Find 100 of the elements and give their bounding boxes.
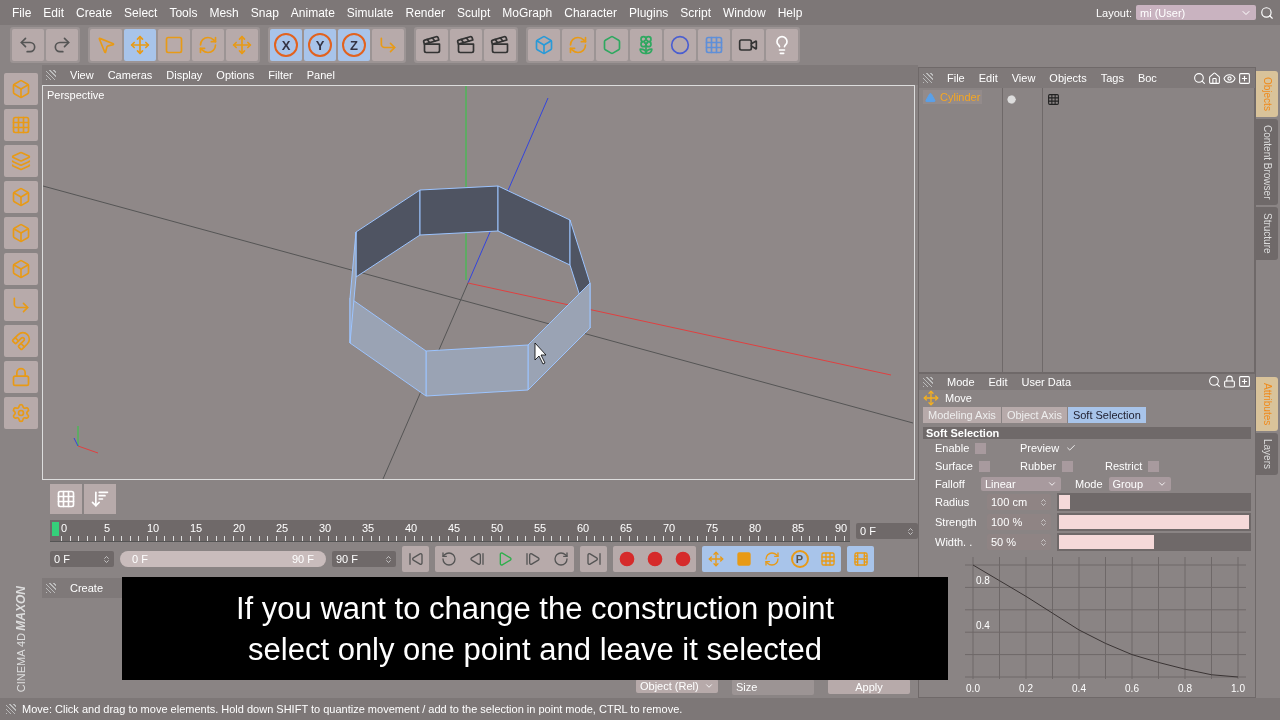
side-tab[interactable]: Content Browser [1256,118,1278,206]
grip-handle[interactable] [923,376,933,387]
start-frame-field[interactable]: 0 F [50,551,114,567]
deformer-button[interactable] [664,29,696,61]
tool-title: Move [945,392,972,405]
spinner-arrows-icon[interactable] [1039,518,1048,527]
redo-button[interactable] [46,29,78,61]
menu-item[interactable]: Render [399,5,451,20]
frame-label: 65 [620,521,634,536]
spinner-arrows-icon[interactable] [384,554,393,564]
viewport-menu-item[interactable]: Filter [262,69,299,81]
tool-button[interactable] [124,29,156,61]
menu-item[interactable]: MoGraph [496,5,559,20]
object-menu-item[interactable]: File [941,72,971,84]
logo-brand: MAXON [14,586,28,631]
viewport-menu-item[interactable]: Options [210,69,261,81]
slider-label: Radius [935,496,971,509]
frame-label: 75 [706,521,720,536]
object-menu-item[interactable]: Objects [1043,72,1093,84]
value-field[interactable]: 100 cm [987,494,1051,511]
nurbs-button[interactable] [596,29,628,61]
viewport-menu-item[interactable]: View [64,69,100,81]
menu-item[interactable]: Script [674,5,717,20]
spinner-arrows-icon[interactable] [1039,538,1048,547]
axis-tick-label: 0.8 [1178,683,1192,694]
axis-lock-button[interactable]: Y [304,29,336,61]
caret-icon [704,681,714,691]
value-field[interactable]: 100 % [987,514,1051,531]
spinner-arrows-icon[interactable] [102,554,111,564]
render-button[interactable] [484,29,516,61]
undo-button[interactable] [12,29,44,61]
frame-label: 15 [190,521,204,536]
slider-track[interactable] [1057,493,1251,512]
axis-icon [11,295,31,315]
grip-handle[interactable] [923,73,933,83]
attribute-tab[interactable]: Soft Selection [1067,406,1146,423]
axis-lock-button[interactable]: X [270,29,302,61]
value-field[interactable]: 50 % [987,534,1051,551]
axis-tick-label: 0.8 [976,575,990,587]
menu-item[interactable]: Help [771,5,809,20]
checkbox[interactable] [1065,443,1077,454]
falloff-dropdown[interactable]: Linear [981,477,1061,491]
slider-track[interactable] [1057,533,1251,552]
menu-item[interactable]: Plugins [622,5,675,20]
mode-dropdown[interactable]: Group [1108,477,1171,491]
menu-item[interactable]: Animate [284,5,341,20]
timeline-ruler[interactable]: 0 5 10 15 20 25 30 35 40 45 50 55 60 65 70 75 80 85 90 [50,520,850,542]
viewport-menu-item[interactable]: Cameras [101,69,159,81]
object-menu-item[interactable]: Tags [1094,72,1130,84]
menu-item[interactable]: Mesh [203,5,245,20]
checkbox[interactable] [978,461,990,472]
current-frame-field[interactable]: 0 F [856,523,918,539]
menu-item[interactable]: Edit [37,5,71,20]
menu-item[interactable]: Snap [244,5,285,20]
menu-item[interactable]: File [6,5,38,20]
cube-icon [11,259,31,279]
spinner-arrows-icon[interactable] [1039,498,1048,507]
checkbox[interactable] [1148,461,1160,472]
cube-icon [534,35,554,55]
side-tab[interactable]: Structure [1256,207,1278,260]
menu-item[interactable]: Select [118,5,164,20]
menu-item[interactable]: Character [558,5,623,20]
attribute-menu-item[interactable]: User Data [1015,375,1078,388]
grid-button[interactable] [50,484,82,514]
menu-item[interactable]: Simulate [340,5,400,20]
search-icon [1208,375,1221,389]
menu-item[interactable]: Create [70,5,119,20]
frame-label: 55 [534,521,548,536]
render-button[interactable] [416,29,448,61]
grip-handle[interactable] [46,583,56,593]
attribute-menu-item[interactable]: Edit [982,375,1014,388]
menu-item[interactable]: Window [717,5,772,20]
undo-icon [18,35,38,55]
side-tab[interactable]: Layers [1256,433,1278,476]
key-parameter-button[interactable]: P [786,546,813,572]
axis-lock-button[interactable]: Z [338,29,370,61]
viewport[interactable]: Perspective [42,85,915,480]
viewport-menu-item[interactable]: Panel [300,69,341,81]
cube-button[interactable] [528,29,560,61]
menu-item[interactable]: Sculpt [450,5,497,20]
render-button[interactable] [450,29,482,61]
checkbox[interactable] [1062,461,1074,472]
viewport-menu-item[interactable]: Display [160,69,209,81]
object-menu-item[interactable]: Boc [1131,72,1163,84]
end-frame-field[interactable]: 90 F [332,551,396,567]
attribute-menu-item[interactable]: Mode [941,375,981,388]
camera-button[interactable] [732,29,764,61]
spinner-arrows-icon[interactable] [906,526,915,536]
grip-handle[interactable] [46,70,56,80]
frame-label: 5 [104,521,112,536]
grip-handle[interactable] [6,704,16,714]
array-button[interactable] [630,29,662,61]
move-icon [130,35,150,55]
object-menu-item[interactable]: View [1005,72,1042,84]
gear-icon [11,403,31,423]
menu-item[interactable]: Tools [163,5,204,20]
checkbox[interactable] [975,443,987,454]
material-menu-item[interactable]: Create [64,582,110,594]
object-menu-item[interactable]: Edit [972,72,1004,84]
sort-button[interactable] [84,484,116,514]
